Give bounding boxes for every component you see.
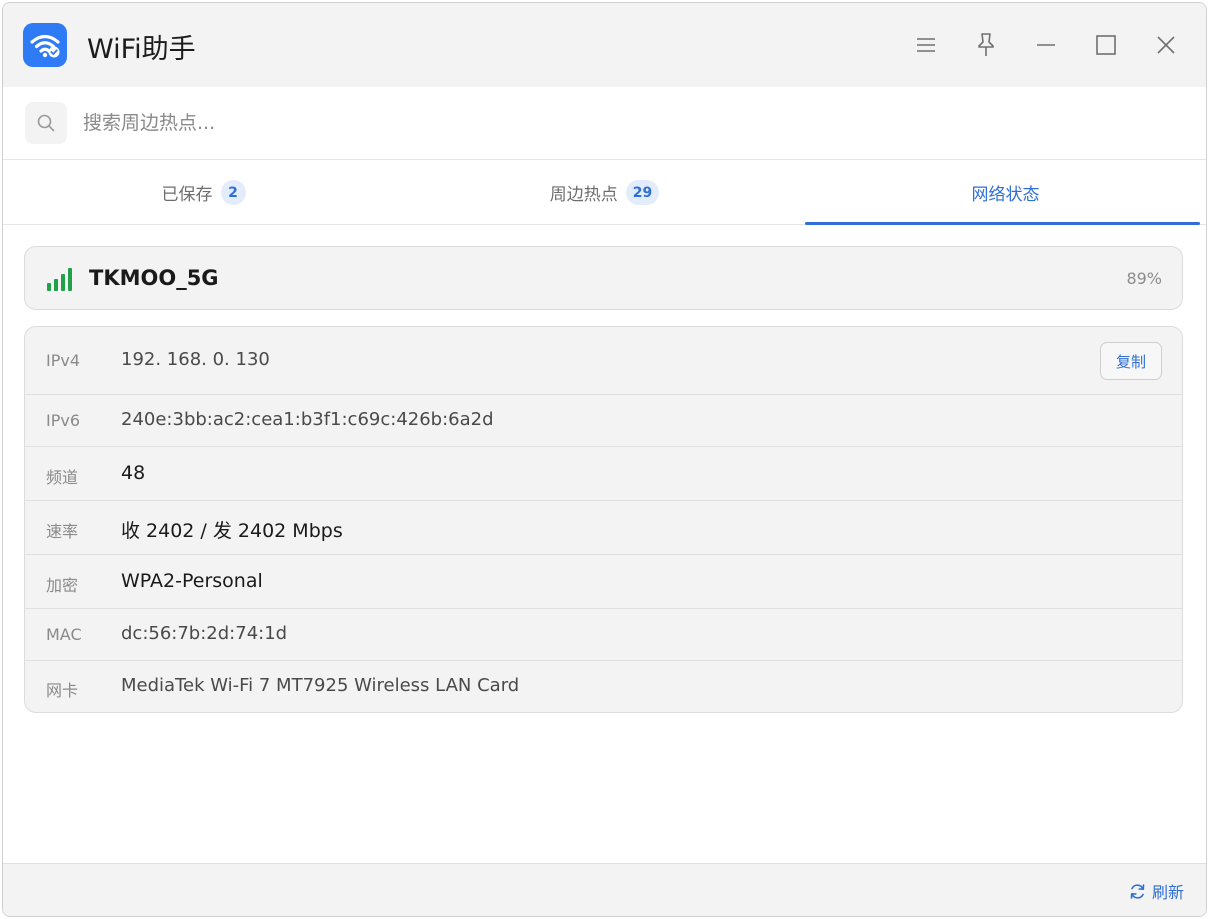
minimize-icon [1037,44,1055,46]
signal-strength: 89% [1126,269,1162,288]
detail-row-encryption: 加密 WPA2-Personal [25,555,1182,609]
detail-key: 加密 [46,576,79,595]
detail-value: MediaTek Wi-Fi 7 MT7925 Wireless LAN Car… [121,675,520,696]
detail-key: IPv4 [46,351,81,370]
network-details-table: IPv4 192. 168. 0. 130 复制 IPv6 240e:3bb:a… [24,326,1183,713]
footer-bar: 刷新 [3,863,1206,916]
refresh-icon [1130,883,1145,899]
tab-saved[interactable]: 已保存 2 [3,161,404,224]
detail-row-mac: MAC dc:56:7b:2d:74:1d [25,609,1182,661]
detail-value: dc:56:7b:2d:74:1d [121,623,288,644]
close-icon [1157,36,1175,54]
title-bar[interactable]: WiFi助手 [3,3,1206,87]
menu-button[interactable] [906,25,946,65]
detail-row-ipv6: IPv6 240e:3bb:ac2:cea1:b3f1:c69c:426b:6a… [25,395,1182,447]
detail-value: 192. 168. 0. 130 [121,349,270,370]
detail-key: 网卡 [46,681,79,700]
detail-row-ipv4: IPv4 192. 168. 0. 130 复制 [25,327,1182,395]
app-window: WiFi助手 搜索周边热点... 已保存 2 周边热点 29 网络状态 TKMO… [2,2,1207,917]
tab-label: 已保存 [161,185,213,205]
signal-bars-icon [47,268,72,291]
count-badge: 29 [625,180,660,205]
detail-row-rate: 速率 收 2402 / 发 2402 Mbps [25,501,1182,555]
detail-row-adapter: 网卡 MediaTek Wi-Fi 7 MT7925 Wireless LAN … [25,661,1182,712]
pin-icon [978,33,994,56]
copy-button[interactable]: 复制 [1100,342,1162,380]
maximize-button[interactable] [1086,25,1126,65]
detail-key: 频道 [46,468,79,487]
detail-value: 收 2402 / 发 2402 Mbps [121,520,343,542]
connected-network-card: TKMOO_5G 89% [24,246,1183,310]
minimize-button[interactable] [1026,25,1066,65]
detail-value: 240e:3bb:ac2:cea1:b3f1:c69c:426b:6a2d [121,409,494,430]
count-badge: 2 [220,180,246,205]
wifi-check-icon [23,23,67,67]
detail-value: 48 [121,462,146,484]
detail-key: 速率 [46,522,79,541]
detail-row-channel: 频道 48 [25,447,1182,501]
tab-nearby-hotspots[interactable]: 周边热点 29 [404,161,805,224]
menu-icon [917,38,935,52]
search-icon[interactable] [25,102,67,144]
network-ssid: TKMOO_5G [89,266,219,290]
search-bar [3,87,1206,160]
tab-label: 网络状态 [971,185,1040,205]
tab-label: 周边热点 [549,185,618,205]
tab-bar: 已保存 2 周边热点 29 网络状态 [3,161,1206,225]
detail-value: WPA2-Personal [121,570,263,592]
refresh-label: 刷新 [1151,883,1184,902]
maximize-icon [1096,35,1116,55]
pin-button[interactable] [966,25,1006,65]
detail-key: MAC [46,625,82,644]
app-title: WiFi助手 [87,34,196,65]
close-button[interactable] [1146,25,1186,65]
detail-key: IPv6 [46,411,81,430]
search-input[interactable] [83,107,783,139]
refresh-button[interactable]: 刷新 [1129,879,1184,903]
tab-network-status[interactable]: 网络状态 [805,161,1206,225]
